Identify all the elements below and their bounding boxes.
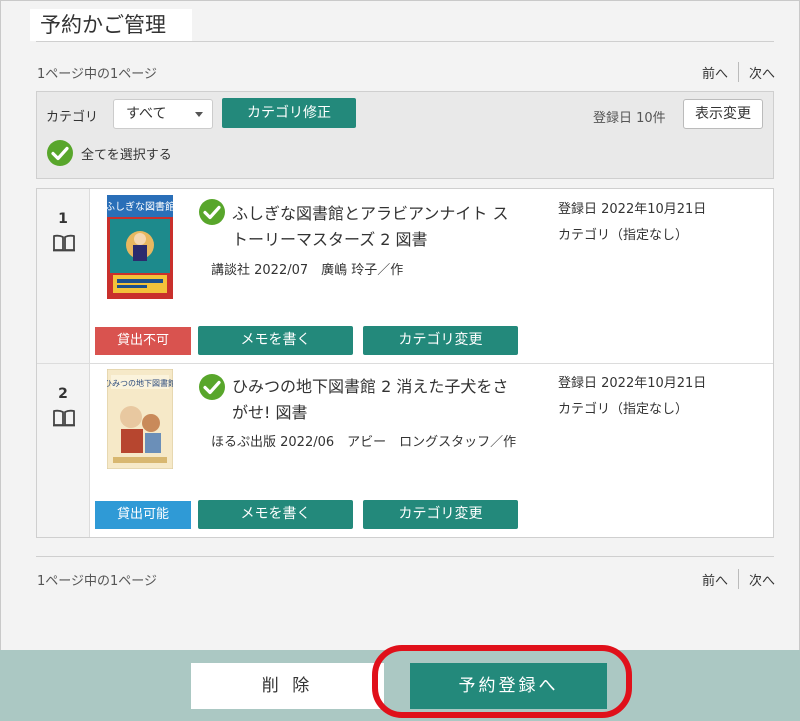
page-title: 予約かご管理	[30, 9, 192, 41]
category-label: カテゴリ	[46, 110, 99, 125]
select-all-label[interactable]: 全てを選択する	[81, 144, 172, 163]
select-item-check-icon[interactable]	[199, 374, 225, 400]
book-meta: ほるぷ出版 2022/06 アビー ロングスタッフ／作	[211, 435, 517, 450]
delete-button[interactable]: 削 除	[191, 663, 384, 709]
book-icon	[53, 234, 75, 252]
registered-date: 登録日 2022年10月21日	[558, 202, 707, 217]
category-edit-button[interactable]: カテゴリ修正	[222, 98, 356, 128]
book-icon	[53, 409, 75, 427]
item-category: カテゴリ（指定なし）	[558, 402, 689, 417]
book-cover-image[interactable]: ふしぎな図書館	[105, 195, 175, 299]
category-change-button[interactable]: カテゴリ変更	[363, 326, 518, 355]
pager-top: 前へ 次へ	[702, 62, 775, 82]
next-link-bottom[interactable]: 次へ	[749, 570, 775, 589]
select-all-check-icon[interactable]	[47, 140, 73, 166]
select-item-check-icon[interactable]	[199, 199, 225, 225]
pager-bottom: 前へ 次へ	[702, 569, 775, 589]
book-title-line2: がせ! 図書	[232, 403, 308, 422]
pager-separator	[737, 569, 739, 589]
registered-date: 登録日 2022年10月21日	[558, 376, 707, 391]
book-title-line1: ふしぎな図書館とアラビアンナイト ス	[232, 204, 509, 223]
item-number-column: 2	[37, 364, 90, 537]
registration-info: 登録日 2022年10月21日 カテゴリ（指定なし）	[558, 197, 706, 249]
sort-info: 登録日 10件	[593, 111, 666, 126]
chevron-down-icon	[195, 112, 203, 117]
list-divider	[36, 556, 774, 557]
book-title-line1: ひみつの地下図書館 2 消えた子犬をさ	[232, 377, 509, 396]
display-change-button[interactable]: 表示変更	[683, 99, 763, 129]
item-number: 2	[58, 386, 68, 402]
book-cover-image[interactable]: ひみつの地下図書館	[104, 368, 176, 473]
cover-title-text: ひみつの地下図書館	[107, 378, 173, 388]
registration-info: 登録日 2022年10月21日 カテゴリ（指定なし）	[558, 371, 706, 423]
write-memo-button[interactable]: メモを書く	[198, 500, 353, 529]
list-item: 1 ふしぎな図書館 ふしぎな図書館とアラビアンナイト ス トーリーマスターズ 2…	[37, 189, 773, 364]
title-divider	[36, 41, 774, 42]
action-footer	[0, 650, 800, 721]
book-meta: 講談社 2022/07 廣嶋 玲子／作	[211, 263, 404, 278]
status-badge: 貸出可能	[95, 501, 191, 529]
list-item: 2 ひみつの地下図書館 ひみつの地下図書館 2 消えた子犬をさ がせ! 図書 ほ…	[37, 364, 773, 537]
item-number: 1	[58, 211, 68, 227]
cover-title-text: ふしぎな図書館	[107, 200, 173, 213]
prev-link-bottom[interactable]: 前へ	[702, 570, 728, 589]
filter-panel: カテゴリ すべて カテゴリ修正 登録日 10件 表示変更 全てを選択する	[36, 91, 774, 179]
status-badge: 貸出不可	[95, 327, 191, 355]
page-info-top: 1ページ中の1ページ	[37, 67, 158, 82]
proceed-to-reservation-button[interactable]: 予約登録へ	[410, 663, 607, 709]
reservation-list: 1 ふしぎな図書館 ふしぎな図書館とアラビアンナイト ス トーリーマスターズ 2…	[36, 188, 774, 538]
category-select[interactable]: すべて	[113, 99, 213, 129]
item-category: カテゴリ（指定なし）	[558, 228, 689, 243]
category-change-button[interactable]: カテゴリ変更	[363, 500, 518, 529]
write-memo-button[interactable]: メモを書く	[198, 326, 353, 355]
book-title-link[interactable]: ふしぎな図書館とアラビアンナイト ス トーリーマスターズ 2 図書	[232, 201, 532, 253]
item-number-column: 1	[37, 189, 90, 363]
page-info-bottom: 1ページ中の1ページ	[37, 574, 158, 589]
book-title-line2: トーリーマスターズ 2 図書	[232, 230, 428, 249]
prev-link-top[interactable]: 前へ	[702, 63, 728, 82]
next-link-top[interactable]: 次へ	[749, 63, 775, 82]
book-title-link[interactable]: ひみつの地下図書館 2 消えた子犬をさ がせ! 図書	[232, 374, 532, 426]
category-select-value: すべて	[126, 106, 167, 122]
pager-separator	[737, 62, 739, 82]
